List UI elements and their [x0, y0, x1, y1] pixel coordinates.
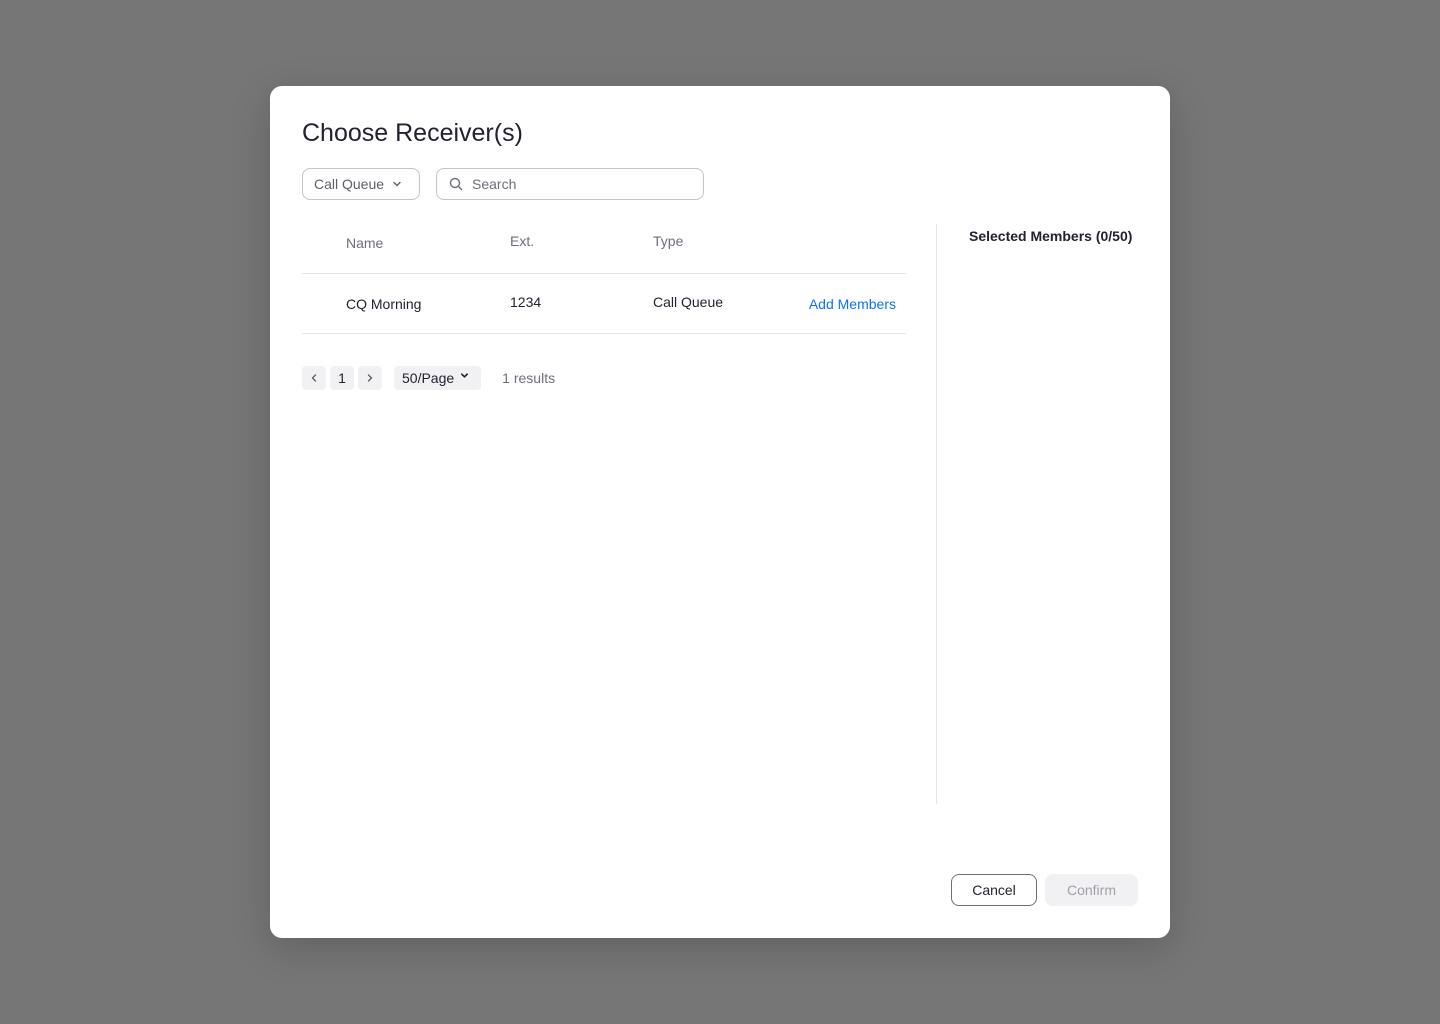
next-page-button[interactable] — [358, 366, 382, 390]
receiver-type-label: Call Queue — [314, 176, 385, 192]
prev-page-button[interactable] — [302, 366, 326, 390]
cancel-button[interactable]: Cancel — [951, 874, 1037, 906]
selected-members-title: Selected Members (0/50) — [969, 228, 1133, 244]
row-name: CQ Morning — [346, 296, 422, 312]
search-input[interactable] — [472, 176, 692, 192]
table-header: Name Ext. Type — [302, 224, 906, 274]
table-row: CQ Morning 1234 Call Queue Add Members — [302, 274, 906, 334]
column-header-type: Type — [653, 233, 684, 249]
column-header-ext: Ext. — [510, 233, 535, 249]
per-page-label: 50/Page — [402, 370, 455, 386]
dialog-title: Choose Receiver(s) — [302, 119, 523, 147]
receivers-table: Name Ext. Type CQ Morning 1234 Call Queu… — [302, 224, 906, 334]
chevron-down-icon — [460, 371, 469, 380]
row-type: Call Queue — [653, 294, 724, 310]
search-icon — [449, 177, 463, 191]
receiver-type-select[interactable]: Call Queue — [302, 168, 420, 200]
search-box[interactable] — [436, 168, 704, 200]
choose-receivers-dialog: Choose Receiver(s) Call Queue Name Ext. … — [270, 86, 1170, 938]
chevron-right-icon — [365, 373, 375, 383]
panel-divider — [936, 224, 937, 804]
page-number-button[interactable]: 1 — [330, 366, 354, 390]
column-header-name: Name — [346, 235, 384, 251]
chevron-down-icon — [392, 179, 402, 189]
add-members-link[interactable]: Add Members — [809, 296, 896, 312]
confirm-button[interactable]: Confirm — [1045, 874, 1138, 906]
per-page-select[interactable]: 50/Page — [394, 366, 482, 390]
pagination: 1 50/Page 1 results — [302, 366, 555, 390]
results-count: 1 results — [502, 370, 556, 386]
chevron-left-icon — [309, 373, 319, 383]
row-ext: 1234 — [510, 294, 542, 310]
